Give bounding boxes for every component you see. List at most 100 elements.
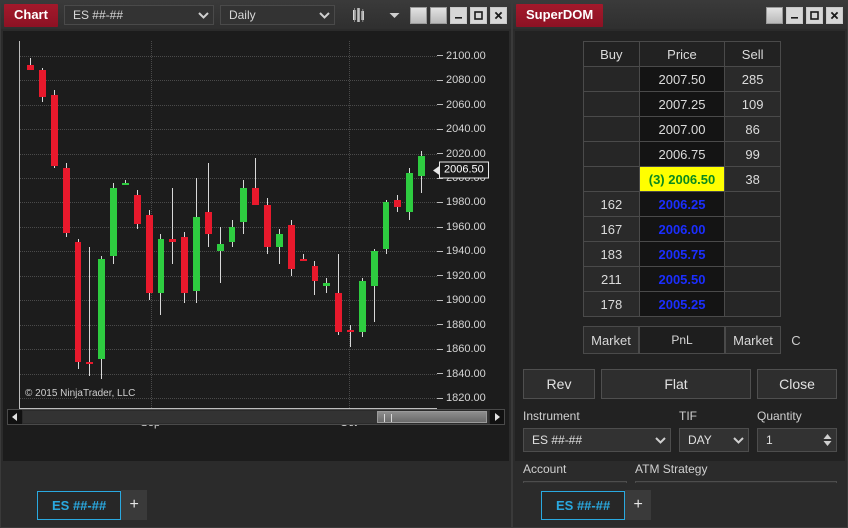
candlestick-icon[interactable] [347,4,373,26]
price-axis-tick: 1980.00 [437,196,486,208]
dom-cell-price[interactable]: 2005.75 [639,242,725,267]
dom-cell-price[interactable]: (3) 2006.50 [639,167,725,192]
dom-cell-sell[interactable]: 38 [725,167,781,192]
dom-cell-sell[interactable] [725,192,781,217]
chart-canvas-area[interactable]: 2100.002080.002060.002040.002020.002000.… [3,31,509,461]
flat-button[interactable]: Flat [601,369,751,399]
candle-body-bearish [335,293,342,332]
dom-footer-clipped-button[interactable]: C [783,326,809,354]
superdom-close-button[interactable] [826,7,843,24]
superdom-add-tab-button[interactable]: + [625,490,651,520]
dom-ladder-row[interactable]: 1832005.75 [584,242,781,267]
candle-body-bullish [406,173,413,212]
candle-body-bullish [217,244,224,251]
chart-candle [418,41,425,408]
chart-maximize-button[interactable] [470,7,487,24]
dom-cell-price[interactable]: 2006.00 [639,217,725,242]
dom-ladder-row[interactable]: 2007.0086 [584,117,781,142]
dom-cell-sell[interactable] [725,242,781,267]
dom-ladder-row[interactable]: 1622006.25 [584,192,781,217]
price-axis-tick: 1820.00 [437,392,486,404]
chart-tab-instrument[interactable]: ES ##-## [37,491,121,520]
dom-ladder-row[interactable]: 2006.7599 [584,142,781,167]
price-axis-tick: 1860.00 [437,343,486,355]
price-axis-tick: 2060.00 [437,99,486,111]
close-position-button[interactable]: Close [757,369,837,399]
scrollbar-thumb[interactable] [377,411,487,423]
dom-cell-sell[interactable]: 285 [725,67,781,92]
chart-horizontal-scrollbar[interactable] [7,409,505,425]
reverse-button[interactable]: Rev [523,369,595,399]
dom-cell-buy[interactable]: 183 [584,242,640,267]
chart-minimize-button[interactable] [450,7,467,24]
dom-cell-sell[interactable] [725,217,781,242]
dom-cell-price[interactable]: 2005.25 [639,292,725,317]
candle-body-bearish [169,239,176,241]
superdom-tab-instrument[interactable]: ES ##-## [541,491,625,520]
chart-candle [394,41,401,408]
dom-ladder-table[interactable]: Buy Price Sell 2007.502852007.251092007.… [583,41,781,317]
superdom-restore-button[interactable] [766,7,783,24]
dom-ladder-row[interactable]: 1672006.00 [584,217,781,242]
dom-cell-sell[interactable]: 99 [725,142,781,167]
dom-cell-buy[interactable] [584,142,640,167]
instrument-select[interactable]: ES ##-## [523,428,671,452]
toolbar-overflow-icon[interactable] [381,4,407,26]
dom-cell-sell[interactable]: 109 [725,92,781,117]
dom-ladder-row[interactable]: 2007.25109 [584,92,781,117]
candle-body-bearish [27,65,34,70]
scroll-left-icon[interactable] [8,410,22,424]
dom-cell-price[interactable]: 2006.25 [639,192,725,217]
scroll-right-icon[interactable] [490,410,504,424]
candle-body-bearish [146,215,153,293]
buy-market-button[interactable]: Market [583,326,639,354]
dom-cell-price[interactable]: 2007.50 [639,67,725,92]
stepper-arrows-icon[interactable] [823,434,836,446]
candle-body-bearish [205,212,212,234]
candle-body-bearish [75,242,82,362]
superdom-maximize-button[interactable] [806,7,823,24]
chart-close-button[interactable] [490,7,507,24]
candle-wick [350,325,351,347]
dom-cell-buy[interactable]: 178 [584,292,640,317]
dom-ladder-row[interactable]: (3) 2006.5038 [584,167,781,192]
dom-cell-buy[interactable]: 211 [584,267,640,292]
dom-cell-price[interactable]: 2006.75 [639,142,725,167]
dom-cell-sell[interactable]: 86 [725,117,781,142]
superdom-minimize-button[interactable] [786,7,803,24]
tif-select[interactable]: DAY [679,428,749,452]
dom-cell-price[interactable]: 2007.25 [639,92,725,117]
chart-restore-button-1[interactable] [410,7,427,24]
interval-combo[interactable]: Daily [220,5,335,25]
dom-ladder-row[interactable]: 1782005.25 [584,292,781,317]
chart-candle [276,41,283,408]
dom-cell-buy[interactable] [584,117,640,142]
dom-cell-price[interactable]: 2005.50 [639,267,725,292]
dom-cell-sell[interactable] [725,292,781,317]
chevron-down-icon [198,12,209,19]
dom-ladder-row[interactable]: 2007.50285 [584,67,781,92]
instrument-combo[interactable]: ES ##-## [64,5,214,25]
chevron-down-icon [655,437,666,444]
price-axis[interactable]: 2100.002080.002060.002040.002020.002000.… [437,41,509,409]
chart-candle [169,41,176,408]
field-labels-row-2: Account ATM Strategy [523,462,837,479]
chart-plot[interactable] [19,41,437,409]
dom-cell-price[interactable]: 2007.00 [639,117,725,142]
dom-cell-buy[interactable] [584,67,640,92]
chart-add-tab-button[interactable]: + [121,490,147,520]
quantity-stepper[interactable]: 1 [757,428,837,452]
dom-cell-sell[interactable] [725,267,781,292]
dom-ladder-row[interactable]: 2112005.50 [584,267,781,292]
dom-col-price: Price [639,42,725,67]
dom-footer-row: Market PnL Market [583,326,781,354]
dom-cell-buy[interactable]: 162 [584,192,640,217]
dom-cell-buy[interactable] [584,92,640,117]
dom-col-sell: Sell [725,42,781,67]
scrollbar-track[interactable] [23,411,489,423]
chart-restore-button-2[interactable] [430,7,447,24]
dom-cell-buy[interactable] [584,167,640,192]
sell-market-button[interactable]: Market [725,326,781,354]
superdom-body: Buy Price Sell 2007.502852007.251092007.… [515,31,845,461]
dom-cell-buy[interactable]: 167 [584,217,640,242]
